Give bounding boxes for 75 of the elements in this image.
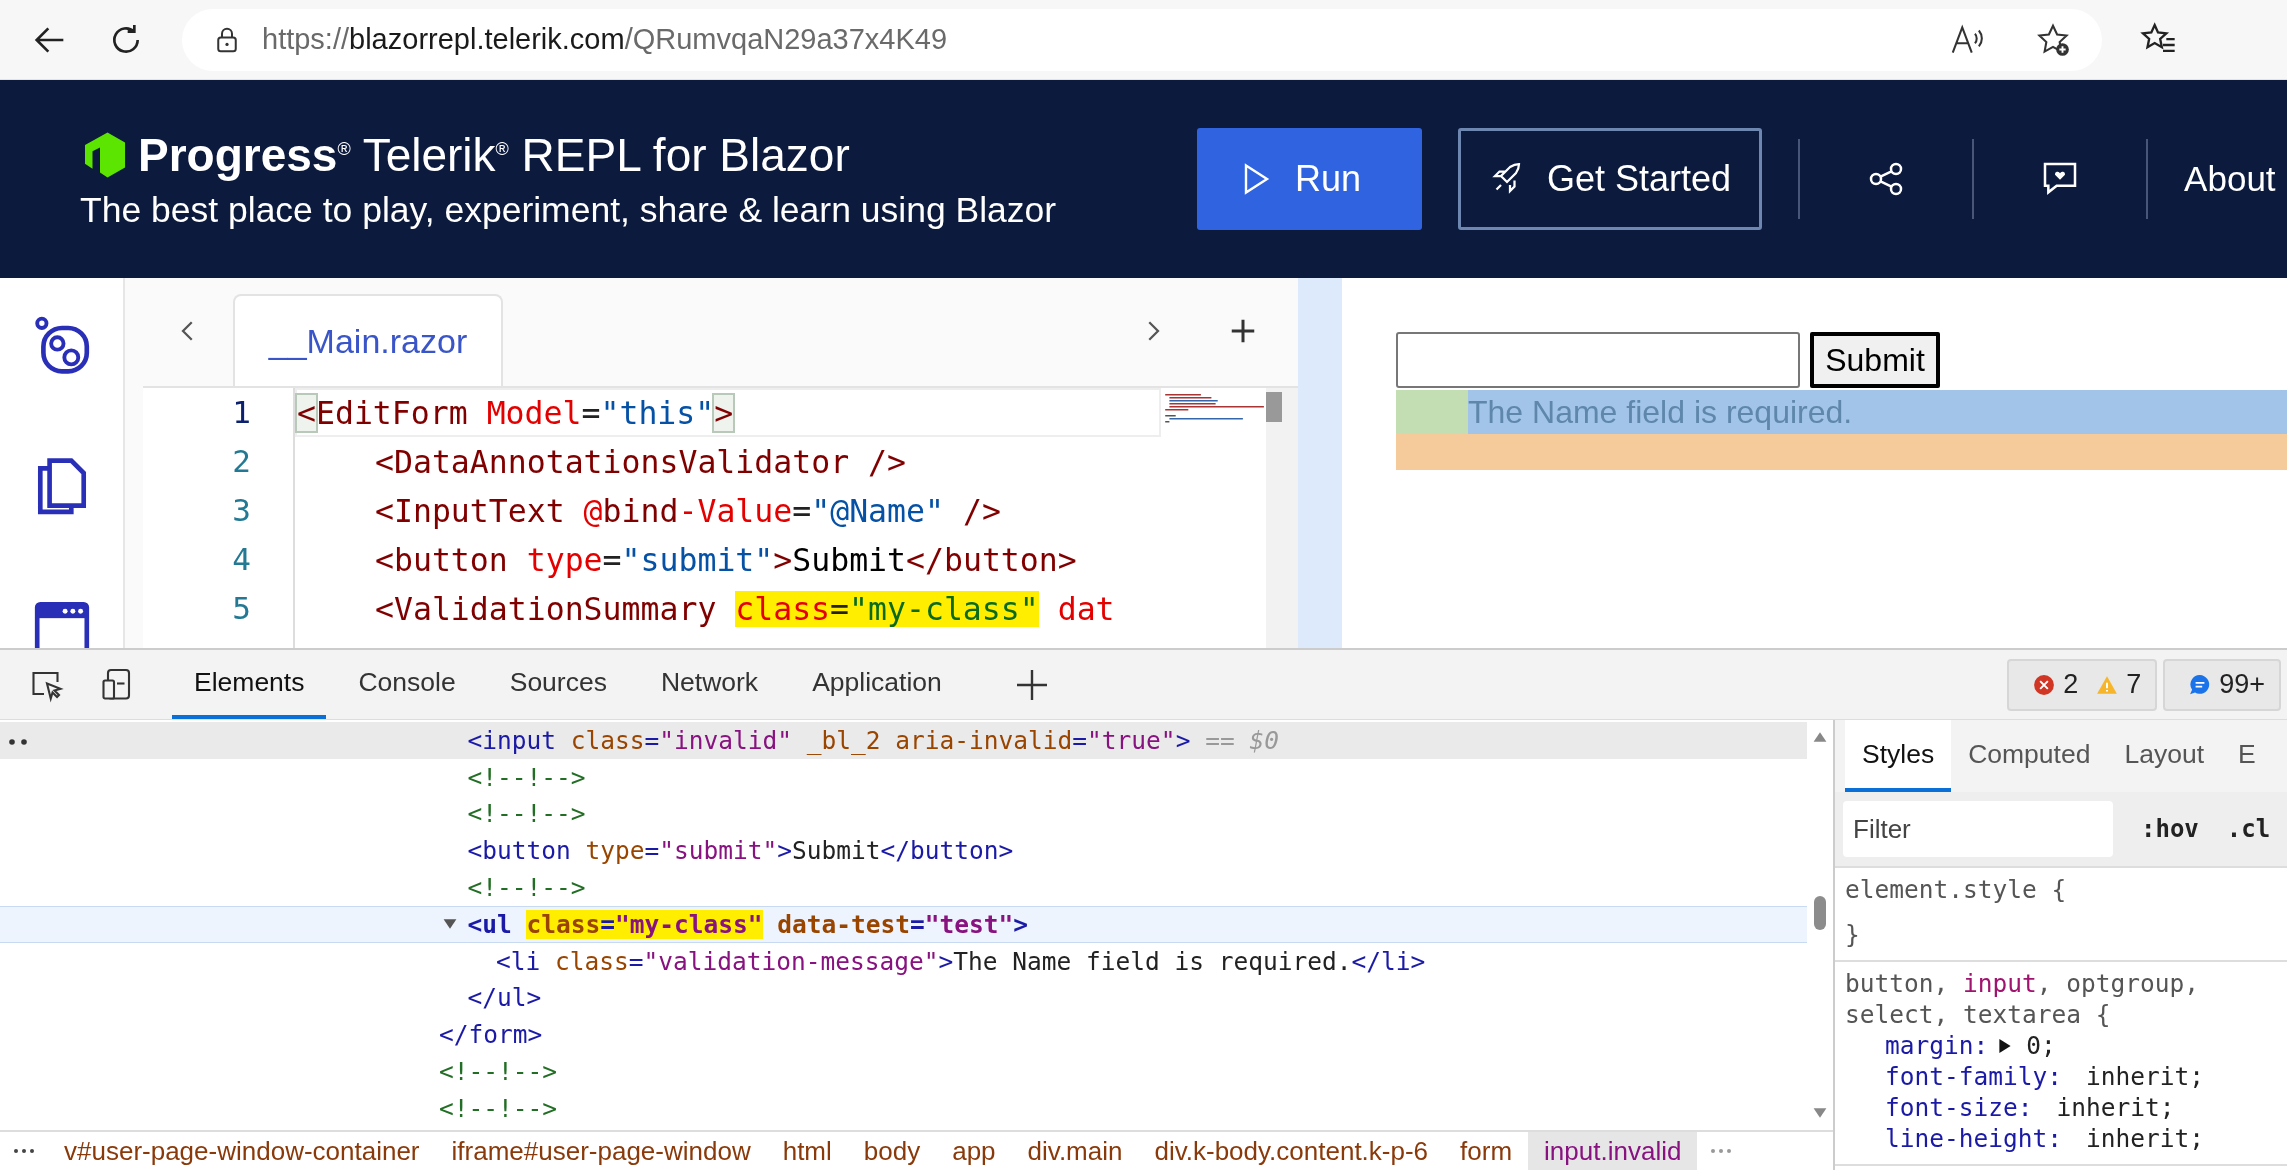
code-line: <EditForm Model="this"> (297, 395, 734, 431)
issues-counter[interactable]: 99+ (2163, 658, 2281, 711)
about-link[interactable]: About (2184, 159, 2276, 199)
file-tab[interactable]: __Main.razor (233, 294, 503, 386)
more-icon[interactable] (12, 1146, 36, 1156)
styles-tab[interactable]: Layout (2107, 720, 2221, 792)
breadcrumb-item[interactable]: app (936, 1132, 1012, 1170)
address-bar[interactable]: https://blazorrepl.telerik.com/QRumvqaN29a37x4K49 (182, 8, 2102, 71)
message-icon (2189, 673, 2212, 696)
css-value: 0; (2026, 1030, 2056, 1061)
name-input[interactable] (1396, 332, 1800, 388)
error-icon (2033, 673, 2056, 696)
dom-node[interactable]: <!--!--> (439, 1093, 557, 1123)
scrollbar-thumb[interactable] (1814, 896, 1826, 930)
css-value: inherit; (2086, 1061, 2205, 1092)
breadcrumb-item[interactable]: div.k-body.content.k-p-6 (1138, 1132, 1445, 1170)
devtools-tab[interactable]: Console (336, 650, 478, 719)
line-number: 5 (232, 589, 251, 628)
validation-message: The Name field is required. (1468, 390, 2287, 434)
dom-node[interactable]: <button type="submit">Submit</button> (467, 836, 1014, 866)
scrollbar-thumb[interactable] (1266, 392, 1282, 422)
submit-button[interactable]: Submit (1810, 332, 1940, 388)
code-line: <InputText @bind-Value="@Name" /> (374, 493, 1001, 529)
code-line: <ValidationSummary class="my-class" dat (374, 591, 1115, 627)
dom-node[interactable]: </ul> (467, 983, 542, 1013)
dom-node[interactable]: <!--!--> (467, 799, 586, 829)
breadcrumb-item[interactable]: html (766, 1132, 848, 1170)
breadcrumb-item[interactable]: form (1444, 1132, 1529, 1170)
error-count: 2 (2063, 669, 2079, 700)
breadcrumb-item[interactable]: div.main (1011, 1132, 1139, 1170)
line-number: 2 (232, 442, 251, 481)
scroll-up-icon[interactable] (1812, 730, 1828, 744)
get-started-button[interactable]: Get Started (1458, 128, 1763, 230)
problems-counter[interactable]: 2 7 (2007, 658, 2158, 711)
class-toggle[interactable]: .cl (2226, 815, 2271, 843)
breadcrumb-item[interactable]: input.invalid (1528, 1132, 1698, 1170)
dom-node[interactable]: <!--!--> (467, 762, 586, 792)
filter-field[interactable]: Filter (1843, 801, 2113, 857)
hover-state-toggle[interactable]: :hov (2141, 815, 2199, 843)
css-selector: button, input, optgroup, select, textarea { (1845, 968, 2201, 1030)
tagline: The best place to play, experiment, share & learn using Blazor (80, 189, 1058, 231)
breadcrumb-item[interactable]: iframe#user-page-window (435, 1132, 767, 1170)
styles-tab[interactable]: Styles (1845, 720, 1952, 792)
css-property: margin: (1885, 1030, 1989, 1061)
run-button[interactable]: Run (1197, 128, 1422, 230)
dom-node[interactable]: </form> (439, 1020, 543, 1050)
dom-node[interactable]: <li class="validation-message">The Name field is required.</li> (496, 946, 1426, 976)
expand-arrow-icon[interactable] (1998, 1037, 2013, 1054)
code-line: <button type="submit">Submit</button> (374, 542, 1077, 578)
css-value: inherit; (2086, 1123, 2205, 1154)
line-number: 4 (232, 540, 251, 579)
devtools-tab[interactable]: Application (790, 650, 964, 719)
css-property: font-size: (1885, 1092, 2033, 1123)
issues-count: 99+ (2219, 669, 2265, 700)
line-number: 3 (232, 491, 251, 530)
css-property: line-height: (1885, 1123, 2062, 1154)
warning-count: 7 (2126, 669, 2142, 700)
code-line: <DataAnnotationsValidator /> (374, 444, 907, 480)
devtools-tab[interactable]: Network (638, 650, 781, 719)
styles-tab[interactable]: Computed (1951, 720, 2108, 792)
app-title: Progress$^{®}$ Telerik$^{®}$ REPL for Blazor (138, 127, 850, 182)
css-selector: element.style { (1845, 874, 2068, 905)
css-property: font-family: (1885, 1061, 2062, 1092)
more-icon[interactable] (6, 736, 30, 748)
scroll-down-icon[interactable] (1812, 1106, 1828, 1120)
dom-node[interactable]: <!--!--> (467, 873, 586, 903)
breadcrumb-item[interactable]: body (847, 1132, 937, 1170)
dom-node[interactable]: <!--!--> (439, 1057, 557, 1087)
line-number: 1 (232, 393, 251, 432)
devtools-tab[interactable]: Sources (487, 650, 629, 719)
padding-overlay (1396, 390, 1468, 434)
styles-tab[interactable]: E (2221, 720, 2273, 792)
css-value: inherit; (2056, 1092, 2175, 1123)
css-brace: } (1845, 919, 1861, 950)
breadcrumb-item[interactable]: v#user-page-window-container (48, 1132, 436, 1170)
